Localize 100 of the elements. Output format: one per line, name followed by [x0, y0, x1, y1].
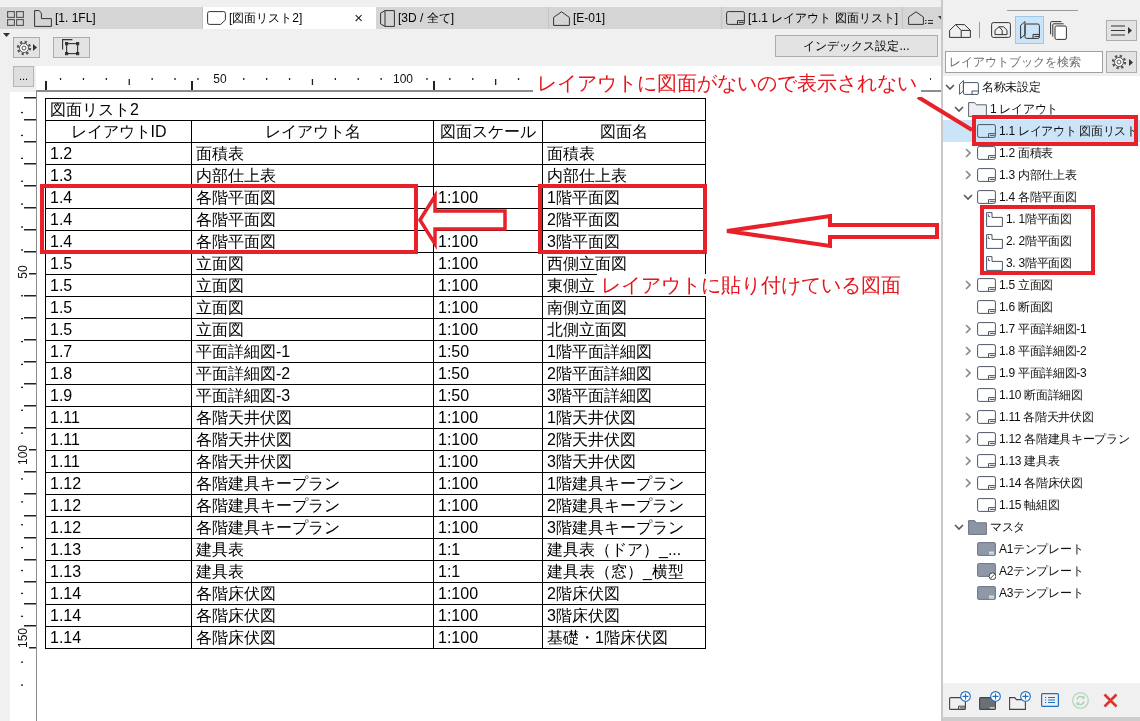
floor-plan-icon [986, 233, 1003, 249]
search-field[interactable]: レイアウトブックを検索 [945, 51, 1103, 73]
table-cell: 立面図 [192, 253, 434, 275]
tree-item[interactable]: 1 レイアウト [943, 98, 1140, 120]
connector-line [916, 95, 974, 132]
layout-icon [977, 454, 996, 468]
tree-item[interactable]: A2テンプレート [943, 560, 1140, 582]
table-cell: 1.4 [46, 231, 192, 253]
tree-item[interactable]: 1.3 内部仕上表 [943, 164, 1140, 186]
tab[interactable]: [図面リスト2] × [203, 7, 376, 29]
table-cell: 2階天井伏図 [543, 429, 706, 451]
layout-icon [977, 410, 996, 424]
tree-item[interactable]: 1.7 平面詳細図-1 [943, 318, 1140, 340]
table-cell: 1階平面詳細図 [543, 341, 706, 363]
house-list-icon [908, 11, 935, 25]
table-cell: 1:1 [434, 539, 543, 561]
tree-item[interactable]: 1.10 断面詳細図 [943, 384, 1140, 406]
table-cell: 2階平面詳細図 [543, 363, 706, 385]
table-cell: 1.13 [46, 561, 192, 583]
tree-item[interactable]: マスタ [943, 516, 1140, 538]
table-cell: 1:100 [434, 253, 543, 275]
refresh-icon [1071, 691, 1089, 709]
cube-icon [380, 9, 395, 27]
table-cell: 1.5 [46, 275, 192, 297]
tree-item[interactable]: A1テンプレート [943, 538, 1140, 560]
table-cell: 面積表 [192, 143, 434, 165]
column-header: 図面名 [543, 121, 706, 143]
table-cell: 1:100 [434, 407, 543, 429]
index-settings-button[interactable]: インデックス設定... [775, 35, 938, 57]
table-cell: 1.14 [46, 627, 192, 649]
close-button[interactable]: × [351, 10, 366, 26]
menu-button[interactable] [1106, 19, 1137, 41]
table-cell: 建具表（ドア）_... [543, 539, 706, 561]
table-cell: 1:50 [434, 385, 543, 407]
tree-item[interactable]: 1.15 軸組図 [943, 494, 1140, 516]
house-icon [553, 10, 570, 26]
table-cell: 1:50 [434, 363, 543, 385]
table-cell: 3階平面図 [543, 231, 706, 253]
table-cell: 1階平面図 [543, 187, 706, 209]
layout-icon [726, 11, 745, 25]
tree-item[interactable]: 1.4 各階平面図 [943, 186, 1140, 208]
layout-icon [977, 124, 996, 138]
table-cell: 1:100 [434, 319, 543, 341]
table-cell: 南側立面図 [543, 297, 706, 319]
table-cell: 各階建具キープラン [192, 517, 434, 539]
tree-item[interactable]: 1.14 各階床伏図 [943, 472, 1140, 494]
table-cell: 1.4 [46, 209, 192, 231]
table-cell: 立面図 [192, 319, 434, 341]
layout-icon [977, 146, 996, 160]
tree-item[interactable]: 1.5 立面図 [943, 274, 1140, 296]
table-cell: 面積表 [543, 143, 706, 165]
table-cell: 北側立面図 [543, 319, 706, 341]
table-cell: 1:100 [434, 583, 543, 605]
tree-item[interactable]: 1.2 面積表 [943, 142, 1140, 164]
tree-item[interactable]: 3. 3階平面図 [943, 252, 1140, 274]
caret-icon [1128, 58, 1133, 66]
cross-icon [1102, 692, 1118, 708]
table-cell: 1:100 [434, 297, 543, 319]
tree-item[interactable]: 名称未設定 [943, 76, 1140, 98]
tree-item[interactable]: 1. 1階平面図 [943, 208, 1140, 230]
sheet-icon [207, 11, 226, 25]
folder-icon [968, 519, 987, 535]
table-cell: 各階床伏図 [192, 583, 434, 605]
selection-button[interactable] [53, 37, 90, 58]
more-button[interactable]: ... [13, 66, 34, 87]
table-cell: 各階床伏図 [192, 627, 434, 649]
layout-icon [977, 498, 996, 512]
tree-item[interactable]: 1.9 平面詳細図-3 [943, 362, 1140, 384]
settings-icon [1110, 54, 1127, 70]
tree-item[interactable]: 1.13 建具表 [943, 450, 1140, 472]
layout-icon [977, 300, 996, 314]
table-cell: 3階平面詳細図 [543, 385, 706, 407]
grid-icon [6, 10, 24, 26]
table-cell: 2階平面図 [543, 209, 706, 231]
tree-item[interactable]: 2. 2階平面図 [943, 230, 1140, 252]
table-cell: 1.12 [46, 473, 192, 495]
table-cell: 1:100 [434, 517, 543, 539]
table-cell: 2階建具キープラン [543, 495, 706, 517]
table-cell: 1.12 [46, 517, 192, 539]
tree-item[interactable]: A3テンプレート [943, 582, 1140, 604]
table-cell: 1.14 [46, 605, 192, 627]
tree-item[interactable]: 1.6 断面図 [943, 296, 1140, 318]
table-cell: 内部仕上表 [192, 165, 434, 187]
table-cell: 1.11 [46, 451, 192, 473]
settings-button[interactable] [13, 37, 40, 58]
table-cell: 1.3 [46, 165, 192, 187]
table-cell: 各階天井伏図 [192, 407, 434, 429]
navigator-mode-button[interactable] [1015, 16, 1044, 44]
settings-button[interactable] [1106, 51, 1137, 73]
layout-icon [977, 432, 996, 446]
tree-item[interactable]: 1.11 各階天井伏図 [943, 406, 1140, 428]
table-cell: 各階天井伏図 [192, 451, 434, 473]
tree-item[interactable]: 1.12 各階建具キープラン [943, 428, 1140, 450]
tree-item[interactable]: 1.8 平面詳細図-2 [943, 340, 1140, 362]
table-cell: 1:100 [434, 275, 543, 297]
table-cell: 1.2 [46, 143, 192, 165]
table-cell: 平面詳細図-2 [192, 363, 434, 385]
table-cell: 建具表 [192, 561, 434, 583]
house-icon [948, 22, 971, 38]
table-cell: 1.13 [46, 539, 192, 561]
